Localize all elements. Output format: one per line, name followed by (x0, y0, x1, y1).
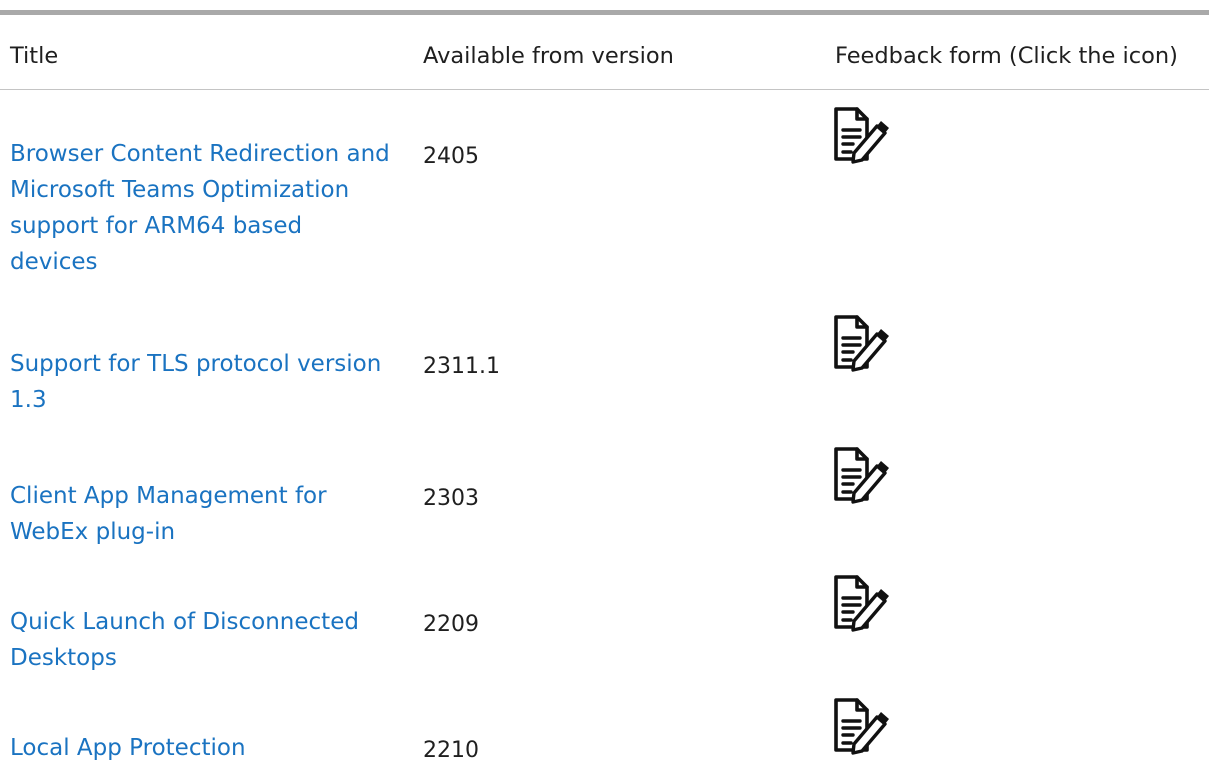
feature-version: 2311.1 (423, 354, 500, 379)
header-title: Title (10, 43, 59, 69)
feedback-form-icon[interactable] (833, 574, 905, 634)
feature-version: 2405 (423, 144, 479, 169)
feature-version: 2210 (423, 738, 479, 763)
header-feedback: Feedback form (Click the icon) (835, 43, 1178, 69)
feature-title-link[interactable]: Support for TLS protocol version 1.3 (10, 346, 390, 418)
header-version: Available from version (423, 43, 674, 69)
table-top-rule (0, 10, 1209, 15)
feedback-form-icon[interactable] (833, 697, 905, 757)
feedback-form-icon[interactable] (833, 446, 905, 506)
feature-version: 2209 (423, 612, 479, 637)
feature-version: 2303 (423, 486, 479, 511)
feature-title-link[interactable]: Browser Content Redirection and Microsof… (10, 136, 390, 280)
feature-title-link[interactable]: Local App Protection (10, 730, 390, 766)
feature-title-link[interactable]: Quick Launch of Disconnected Desktops (10, 604, 390, 676)
table-header-row: Title Available from version Feedback fo… (0, 40, 1209, 84)
feature-title-link[interactable]: Client App Management for WebEx plug-in (10, 478, 390, 550)
header-divider (0, 89, 1209, 90)
feedback-form-icon[interactable] (833, 314, 905, 374)
feedback-form-icon[interactable] (833, 106, 905, 166)
